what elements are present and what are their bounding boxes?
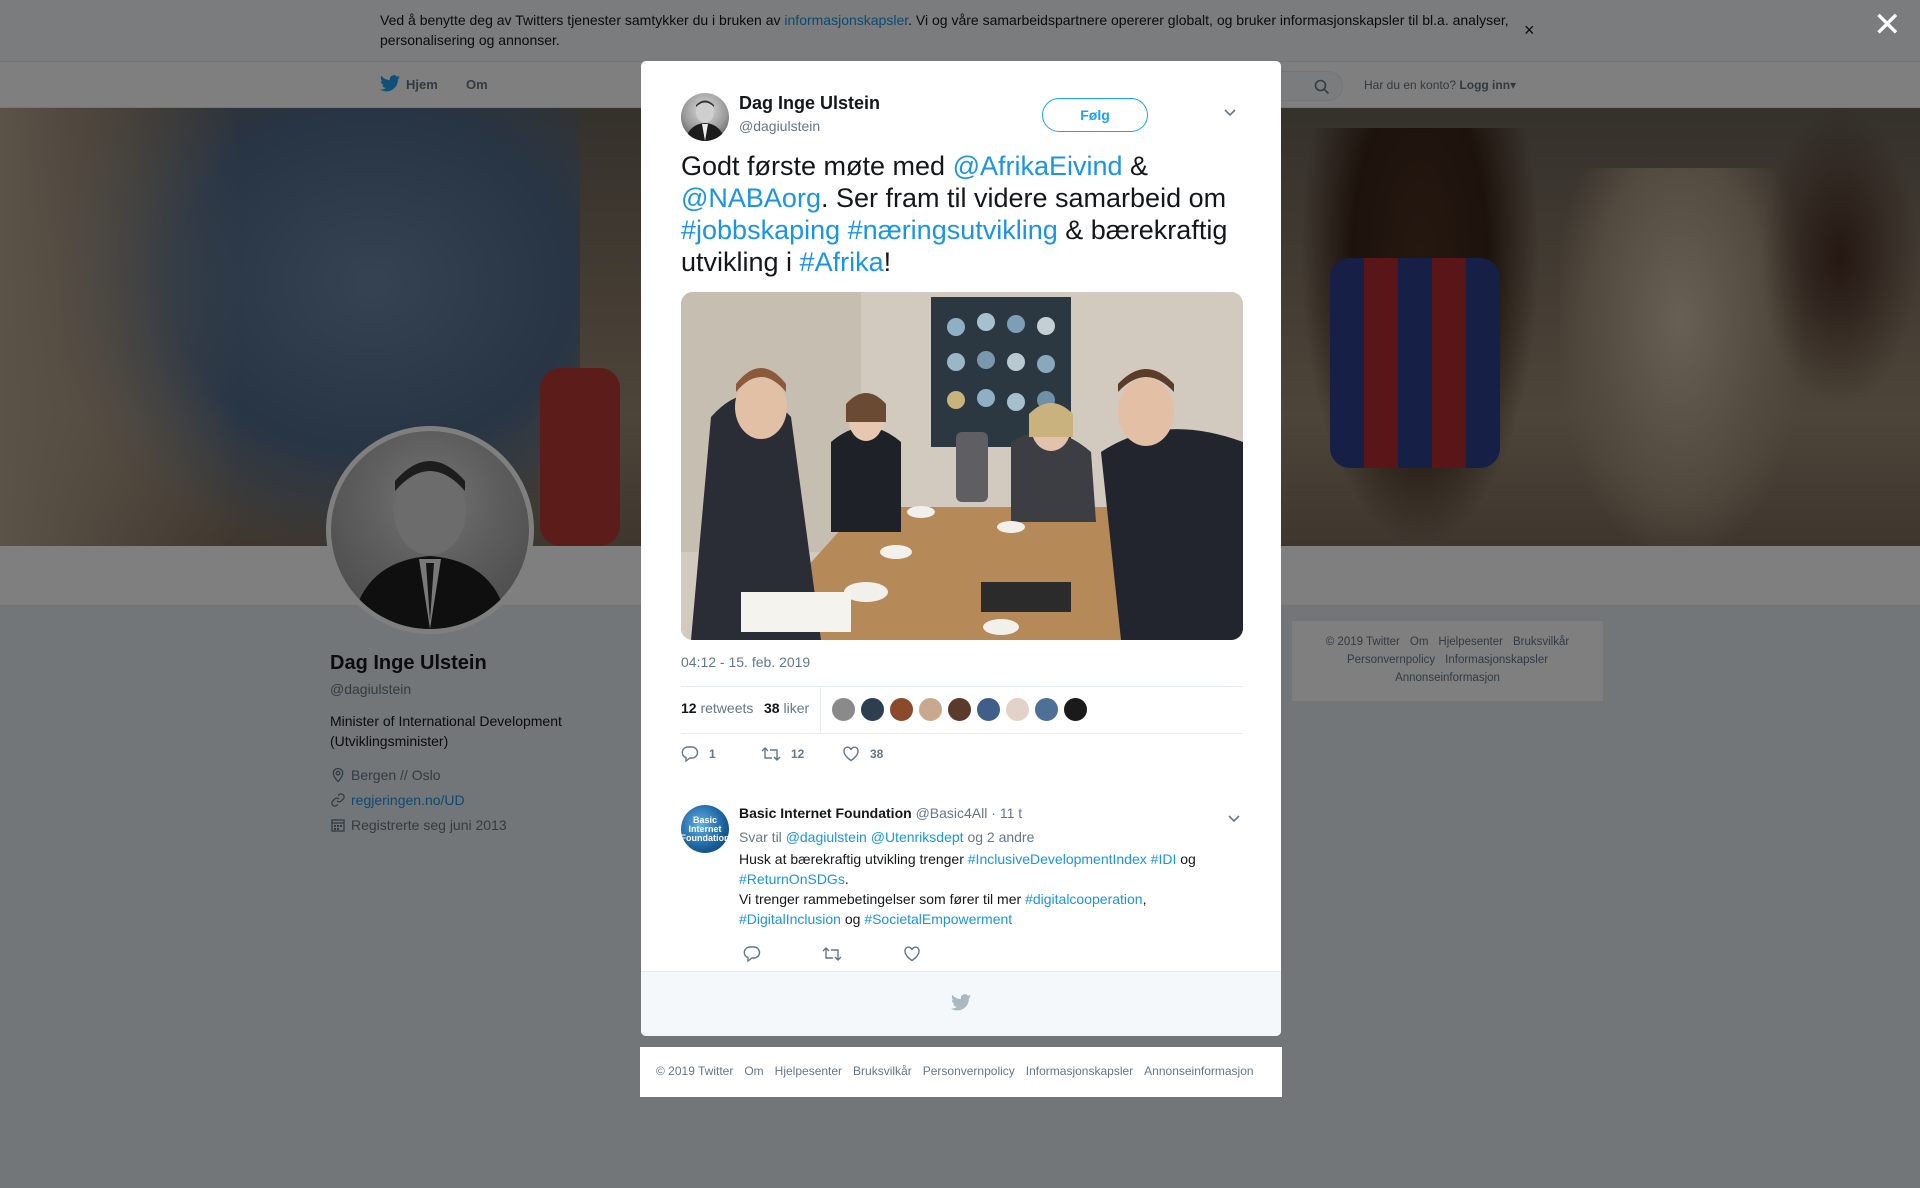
tweet-author-handle[interactable]: @dagiulstein	[739, 118, 820, 134]
liker-avatar[interactable]	[1063, 697, 1088, 722]
modal-bottom-bar	[641, 971, 1281, 1036]
retweets-stat[interactable]: 12 retweets	[681, 700, 753, 716]
twitter-bird-icon	[951, 994, 971, 1016]
mention-link[interactable]: @dagiulstein	[786, 829, 867, 845]
liker-avatar[interactable]	[947, 697, 972, 722]
chevron-down-icon[interactable]	[1227, 811, 1241, 829]
heart-icon[interactable]	[903, 945, 921, 963]
liker-avatar[interactable]	[918, 697, 943, 722]
hashtag-link[interactable]: #SocietalEmpowerment	[864, 911, 1012, 927]
retweet-icon	[761, 747, 781, 761]
author-avatar[interactable]	[681, 93, 729, 141]
hashtag-link[interactable]: #InclusiveDevelopmentIndex	[968, 851, 1147, 867]
reply-icon[interactable]	[743, 945, 761, 963]
reply-context: Svar til @dagiulstein @Utenriksdept og 2…	[739, 829, 1035, 845]
chevron-down-icon[interactable]	[1223, 105, 1237, 123]
tweet-stats: 12 retweets 38 liker	[681, 686, 1243, 734]
reply-age[interactable]: · 11 t	[991, 805, 1022, 821]
hashtag-link[interactable]: #digitalcooperation	[1025, 891, 1143, 907]
hashtag-link[interactable]: #Afrika	[800, 247, 884, 277]
mention-link[interactable]: @Utenriksdept	[871, 829, 964, 845]
stats-divider	[820, 687, 821, 733]
like-button[interactable]: 38	[842, 745, 883, 763]
tweet-text: Godt første møte med @AfrikaEivind & @NA…	[681, 151, 1228, 277]
reply-text: Husk at bærekraftig utvikling trenger #I…	[739, 851, 1196, 927]
liker-avatar[interactable]	[860, 697, 885, 722]
mention-link[interactable]: @AfrikaEivind	[953, 151, 1123, 181]
footer-link-terms[interactable]: Bruksvilkår	[853, 1064, 912, 1078]
tweet-actions: 1 12 38	[681, 745, 981, 767]
reply-actions	[739, 945, 939, 965]
liker-avatar[interactable]	[831, 697, 856, 722]
heart-icon	[843, 746, 859, 762]
modal-footer: © 2019 Twitter Om Hjelpesenter Bruksvilkår P…	[640, 1047, 1282, 1097]
footer-link-cookies[interactable]: Informasjonskapsler	[1026, 1064, 1133, 1078]
close-modal-button[interactable]: ✕	[1873, 8, 1902, 42]
footer-copyright: © 2019 Twitter	[656, 1064, 734, 1078]
reply-author-name[interactable]: Basic Internet Foundation	[739, 805, 912, 821]
retweet-button[interactable]: 12	[761, 745, 804, 763]
hashtag-link[interactable]: #næringsutvikling	[848, 215, 1058, 245]
likers-avatars	[831, 697, 1088, 722]
reply-tweet[interactable]: Basic Internet Foundation Basic Internet…	[681, 805, 1243, 985]
reply-icon	[681, 746, 699, 763]
liker-avatar[interactable]	[976, 697, 1001, 722]
reply-header: Basic Internet Foundation @Basic4All · 1…	[739, 805, 1022, 821]
cookie-banner-dim	[0, 0, 1920, 62]
reply-author-avatar[interactable]: Basic Internet Foundation	[681, 805, 729, 853]
footer-link-help[interactable]: Hjelpesenter	[775, 1064, 842, 1078]
mention-link[interactable]: @NABAorg	[681, 183, 821, 213]
hashtag-link[interactable]: #IDI	[1151, 851, 1177, 867]
liker-avatar[interactable]	[1034, 697, 1059, 722]
retweet-icon[interactable]	[822, 945, 842, 963]
reply-author-handle[interactable]: @Basic4All	[916, 805, 988, 821]
likes-stat[interactable]: 38 liker	[764, 700, 809, 716]
hashtag-link[interactable]: #DigitalInclusion	[739, 911, 841, 927]
tweet-timestamp[interactable]: 04:12 - 15. feb. 2019	[681, 654, 810, 670]
footer-link-privacy[interactable]: Personvernpolicy	[923, 1064, 1015, 1078]
hashtag-link[interactable]: #jobbskaping	[681, 215, 840, 245]
reply-button[interactable]: 1	[681, 745, 716, 763]
tweet-photo[interactable]	[681, 292, 1243, 640]
tweet-author-name[interactable]: Dag Inge Ulstein	[739, 93, 880, 114]
tweet-modal: Dag Inge Ulstein @dagiulstein Følg Godt …	[641, 61, 1281, 1036]
tweet-header: Dag Inge Ulstein @dagiulstein Følg	[681, 93, 1243, 145]
footer-link-ads[interactable]: Annonseinformasjon	[1144, 1064, 1253, 1078]
footer-link-about[interactable]: Om	[744, 1064, 763, 1078]
liker-avatar[interactable]	[889, 697, 914, 722]
follow-button[interactable]: Følg	[1042, 98, 1148, 132]
hashtag-link[interactable]: #ReturnOnSDGs	[739, 871, 845, 887]
liker-avatar[interactable]	[1005, 697, 1030, 722]
